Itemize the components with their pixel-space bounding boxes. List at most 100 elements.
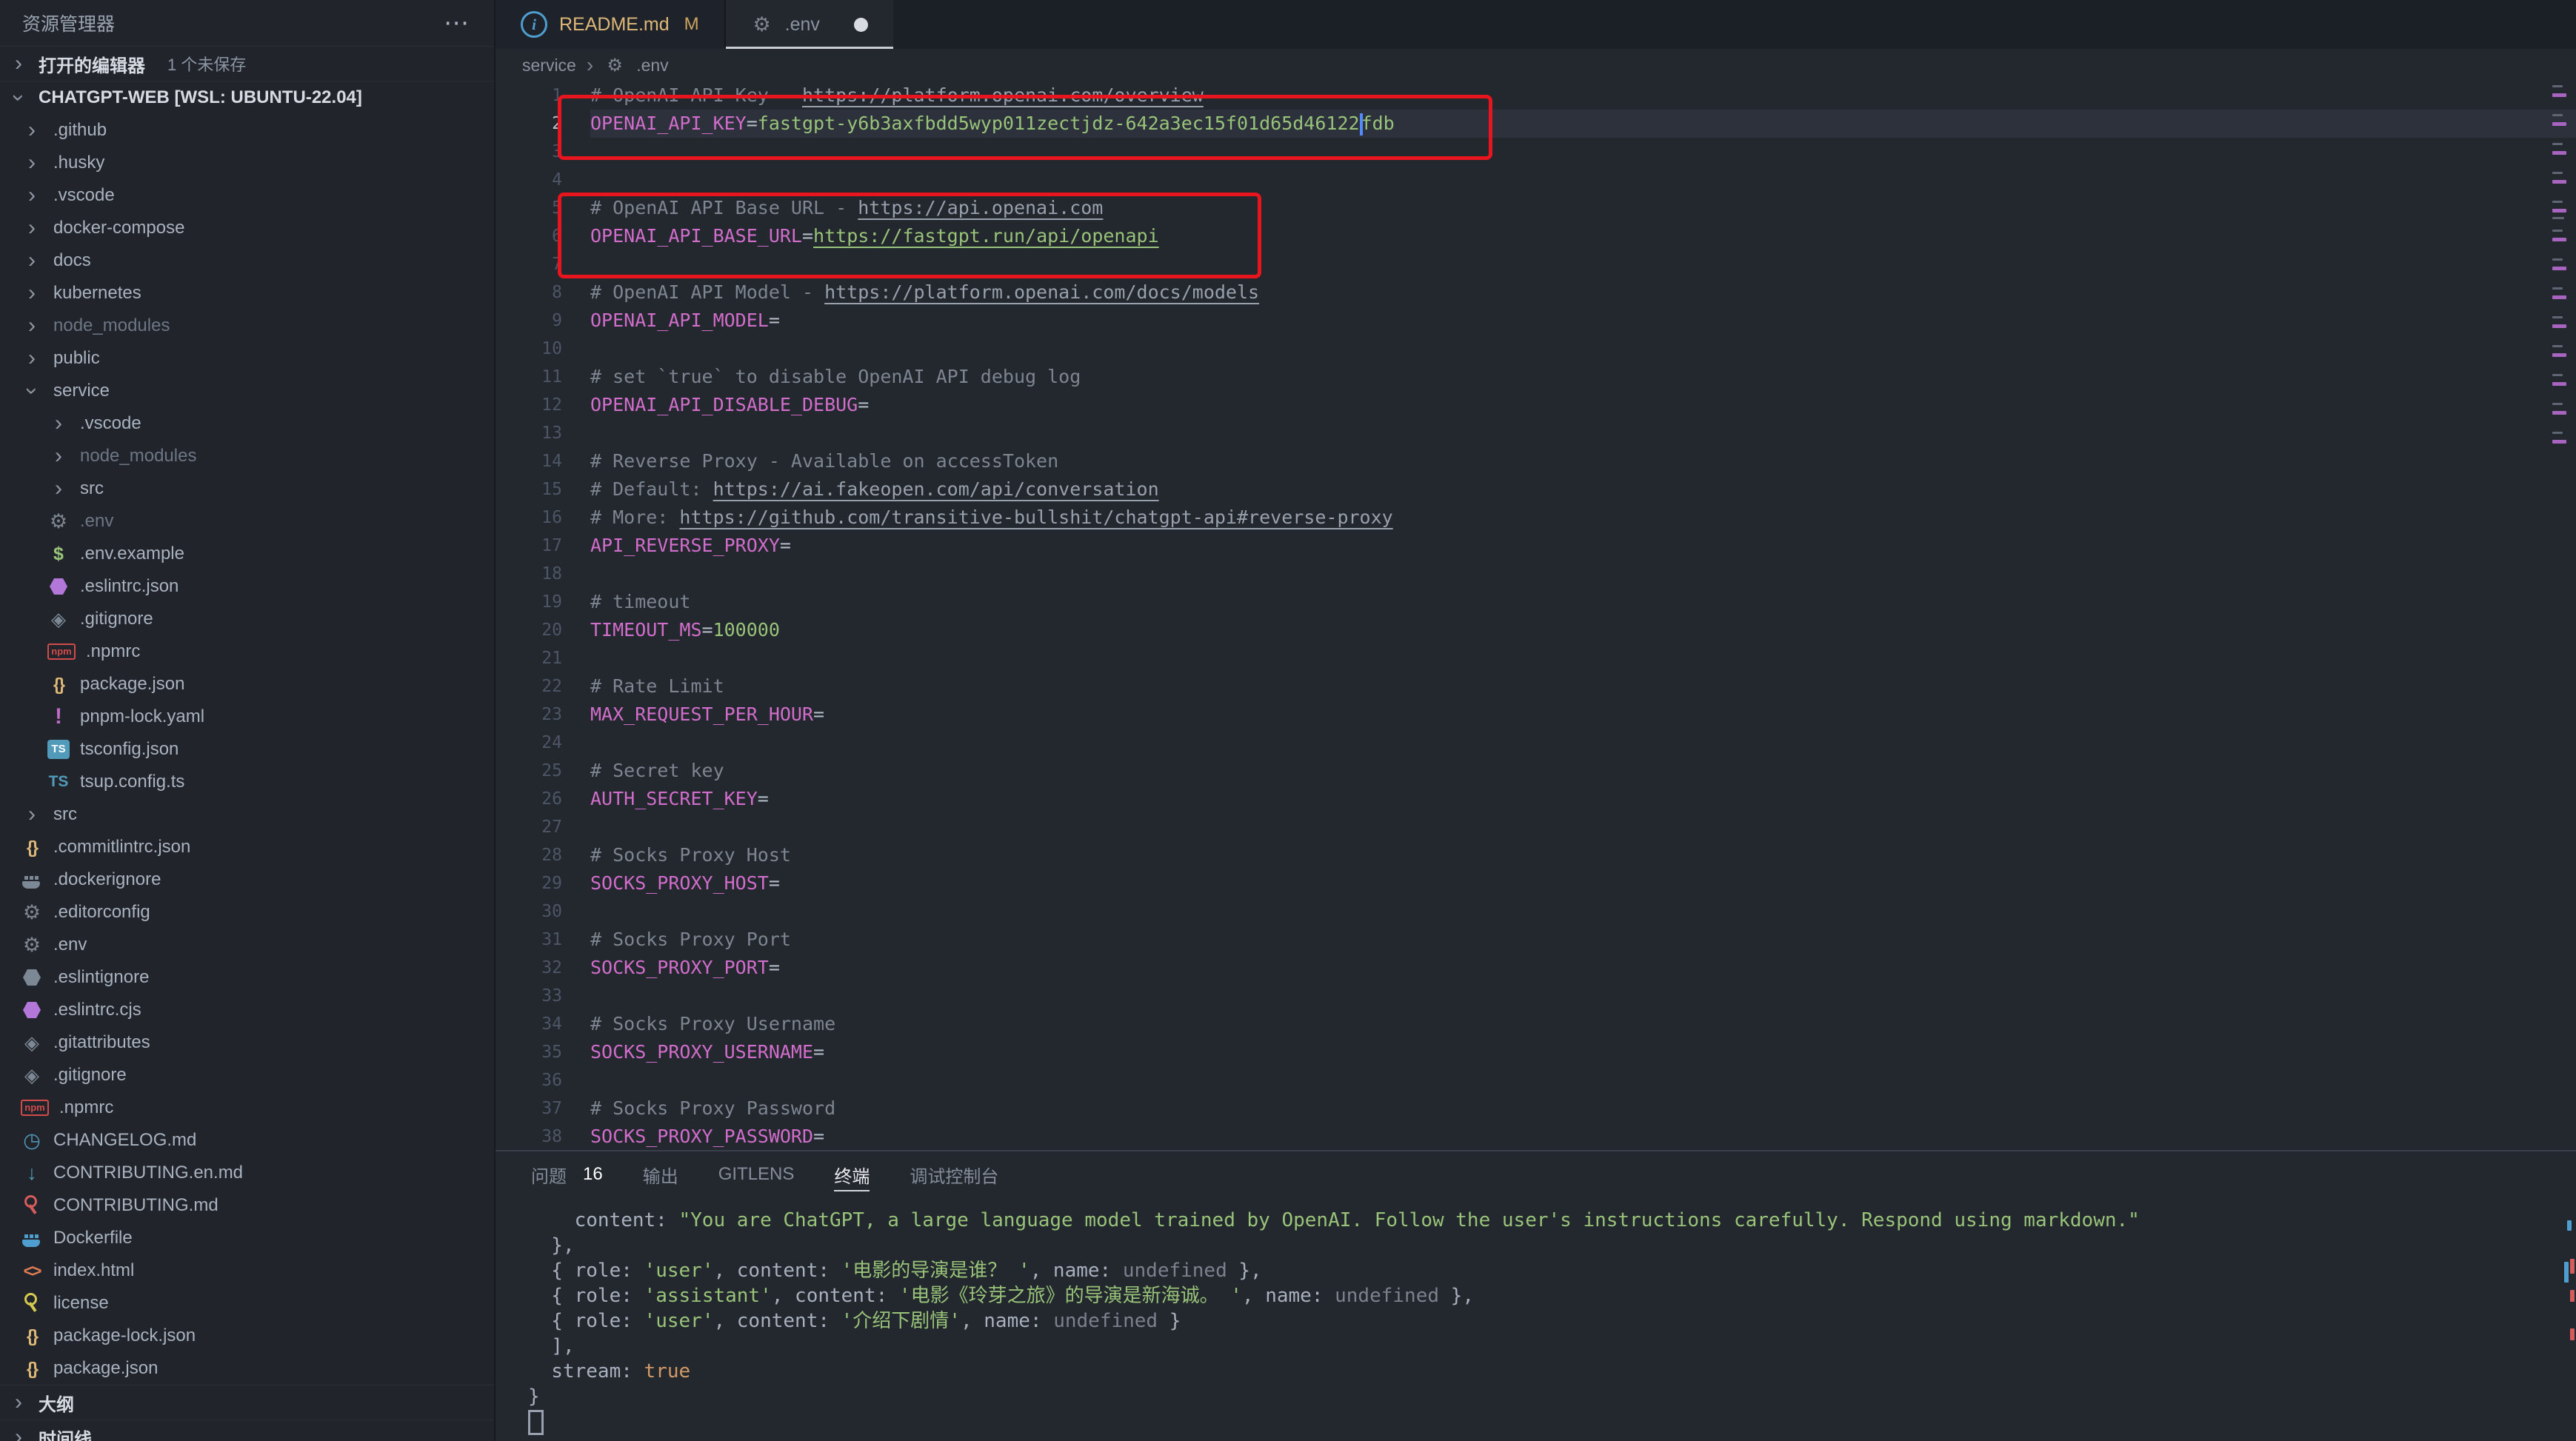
project-root-section[interactable]: › CHATGPT-WEB [WSL: UBUNTU-22.04] [0,81,494,114]
tree-item[interactable]: ›.vscode [0,179,494,212]
breadcrumb-env[interactable]: .env [636,56,668,76]
tree-item[interactable]: ⚙.editorconfig [0,896,494,929]
code-line[interactable]: 19# timeout [495,588,2576,616]
tree-item[interactable]: ◈.gitattributes [0,1026,494,1059]
tree-item[interactable]: Dockerfile [0,1222,494,1254]
tree-item[interactable]: TStsconfig.json [0,733,494,766]
line-number: 4 [495,170,590,190]
terminal-line: }, [528,1233,2576,1258]
tree-item[interactable]: ›service [0,375,494,407]
code-line[interactable]: 37# Socks Proxy Password [495,1094,2576,1123]
tree-item[interactable]: .eslintrc.cjs [0,994,494,1026]
tree-item[interactable]: npm.npmrc [0,1091,494,1124]
panel-tab-debug-console[interactable]: 调试控制台 [910,1151,998,1197]
timeline-section[interactable]: › 时间线 [0,1420,494,1441]
panel-tab-terminal[interactable]: 终端 [834,1151,870,1197]
code-line[interactable]: 12OPENAI_API_DISABLE_DEBUG= [495,391,2576,419]
tree-item[interactable]: ›kubernetes [0,277,494,310]
code-line[interactable]: 16# More: https://github.com/transitive-… [495,504,2576,532]
tree-item-label: pnpm-lock.yaml [80,706,204,727]
tree-item[interactable]: ⚙.env [0,505,494,538]
code-line[interactable]: 38SOCKS_PROXY_PASSWORD= [495,1123,2576,1151]
tree-item[interactable]: .dockerignore [0,863,494,896]
breadcrumb-service[interactable]: service [522,56,576,76]
problems-count-badge: 16 [583,1164,603,1185]
code-line[interactable]: 31# Socks Proxy Port [495,926,2576,954]
tree-item[interactable]: ◈.gitignore [0,603,494,635]
line-number: 22 [495,677,590,696]
code-line[interactable]: 27 [495,813,2576,841]
line-number: 37 [495,1099,590,1118]
tree-item[interactable]: ↓CONTRIBUTING.en.md [0,1157,494,1189]
tree-item[interactable]: ›src [0,472,494,505]
minimap[interactable] [2546,81,2576,1151]
tree-item[interactable]: ◈.gitignore [0,1059,494,1091]
tree-item[interactable]: <>index.html [0,1254,494,1287]
code-line[interactable]: 33 [495,982,2576,1010]
code-line[interactable]: 4 [495,166,2576,194]
tree-item[interactable]: ›.github [0,114,494,147]
explorer-title: 资源管理器 [22,10,115,36]
code-line[interactable]: 35SOCKS_PROXY_USERNAME= [495,1038,2576,1066]
panel-tab-gitlens[interactable]: GITLENS [718,1151,795,1197]
code-line[interactable]: 23MAX_REQUEST_PER_HOUR= [495,701,2576,729]
tab-readme[interactable]: i README.md M [495,0,726,49]
tree-item[interactable]: $.env.example [0,538,494,570]
tree-item[interactable]: {}package-lock.json [0,1320,494,1352]
ellipsis-icon[interactable]: ⋯ [444,16,472,30]
code-line[interactable]: 9OPENAI_API_MODEL= [495,307,2576,335]
terminal-output[interactable]: content: "You are ChatGPT, a large langu… [495,1197,2576,1434]
tree-item[interactable]: ›docs [0,244,494,277]
code-line[interactable]: 21 [495,644,2576,672]
code-line[interactable]: 24 [495,729,2576,757]
code-line[interactable]: 26AUTH_SECRET_KEY= [495,785,2576,813]
code-line[interactable]: 13 [495,419,2576,447]
tree-item[interactable]: ›.vscode [0,407,494,440]
code-line[interactable]: 14# Reverse Proxy - Available on accessT… [495,447,2576,475]
code-line[interactable]: 30 [495,897,2576,926]
tree-item[interactable]: ⚙.env [0,929,494,961]
dirty-indicator[interactable] [854,18,868,32]
tree-item[interactable]: ›node_modules [0,440,494,472]
tree-item[interactable]: .eslintignore [0,961,494,994]
code-line[interactable]: 32SOCKS_PROXY_PORT= [495,954,2576,982]
chevron-right-icon: › [7,1426,30,1441]
tree-item[interactable]: npm.npmrc [0,635,494,668]
line-number: 15 [495,480,590,499]
tree-item[interactable]: TStsup.config.ts [0,766,494,798]
chevron-down-icon: › [7,87,30,109]
tree-item[interactable]: {}package.json [0,1352,494,1385]
tree-item[interactable]: ◷CHANGELOG.md [0,1124,494,1157]
code-line[interactable]: 34# Socks Proxy Username [495,1010,2576,1038]
code-line[interactable]: 15# Default: https://ai.fakeopen.com/api… [495,475,2576,504]
tree-item[interactable]: ›docker-compose [0,212,494,244]
tree-item[interactable]: ›src [0,798,494,831]
tree-item[interactable]: CONTRIBUTING.md [0,1189,494,1222]
open-editors-section[interactable]: › 打开的编辑器 1 个未保存 [0,46,494,81]
outline-section[interactable]: › 大纲 [0,1385,494,1420]
tree-item[interactable]: {}package.json [0,668,494,701]
code-text: # Default: https://ai.fakeopen.com/api/c… [590,475,2576,504]
code-line[interactable]: 22# Rate Limit [495,672,2576,701]
tree-item[interactable]: {}.commitlintrc.json [0,831,494,863]
code-line[interactable]: 8# OpenAI API Model - https://platform.o… [495,278,2576,307]
code-line[interactable]: 28# Socks Proxy Host [495,841,2576,869]
code-line[interactable]: 18 [495,560,2576,588]
tree-item[interactable]: ›node_modules [0,310,494,342]
code-line[interactable]: 10 [495,335,2576,363]
code-line[interactable]: 36 [495,1066,2576,1094]
code-line[interactable]: 29SOCKS_PROXY_HOST= [495,869,2576,897]
chevron-right-icon: › [21,315,43,337]
panel-tab-output[interactable]: 输出 [643,1151,678,1197]
tab-env[interactable]: ⚙ .env [726,0,893,49]
code-line[interactable]: 25# Secret key [495,757,2576,785]
tree-item[interactable]: license [0,1287,494,1320]
tree-item[interactable]: !pnpm-lock.yaml [0,701,494,733]
panel-tab-problems[interactable]: 问题 16 [531,1151,603,1197]
tree-item[interactable]: ›public [0,342,494,375]
tree-item[interactable]: .eslintrc.json [0,570,494,603]
code-line[interactable]: 11# set `true` to disable OpenAI API deb… [495,363,2576,391]
code-line[interactable]: 17API_REVERSE_PROXY= [495,532,2576,560]
tree-item[interactable]: ›.husky [0,147,494,179]
code-line[interactable]: 20TIMEOUT_MS=100000 [495,616,2576,644]
